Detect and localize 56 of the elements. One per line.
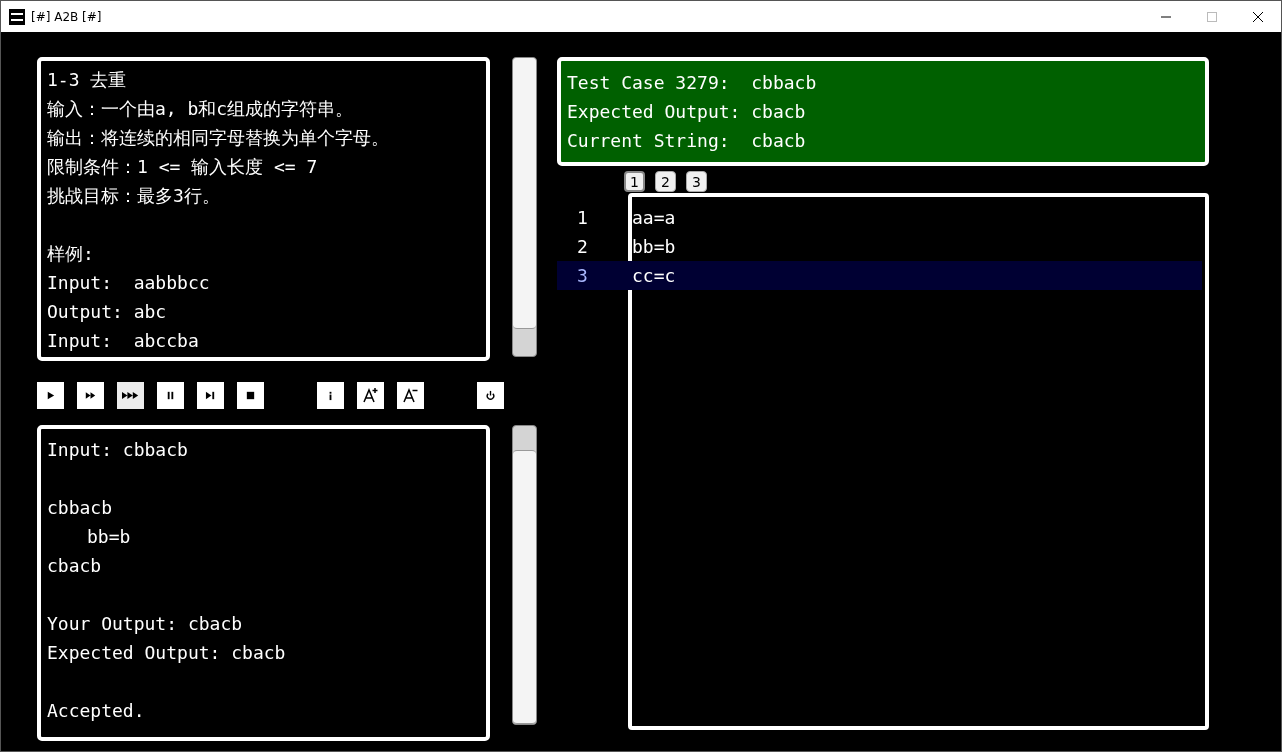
problem-text: Input: aabbbcc <box>47 271 211 295</box>
scrollbar-track[interactable] <box>511 425 537 725</box>
pause-icon <box>165 389 176 401</box>
line-number: 1 <box>576 207 589 228</box>
problem-text: 挑战目标：最多3行。 <box>47 184 221 208</box>
power-icon <box>485 389 496 401</box>
problem-text: 1-3 去重 <box>47 68 128 92</box>
status-text: Test Case 3279: cbbacb <box>567 71 818 95</box>
problem-text: 样例: <box>47 242 95 266</box>
font-down-button[interactable] <box>397 381 424 409</box>
output-text: Your Output: cbacb <box>47 612 244 636</box>
problem-text: Input: abccba <box>47 329 200 353</box>
line-number: 2 <box>576 236 589 257</box>
code-text: aa=a <box>632 207 676 228</box>
code-editor[interactable] <box>628 193 1209 730</box>
output-text: cbacb <box>47 554 103 578</box>
tab[interactable]: 1 <box>624 171 645 192</box>
scrollbar-thumb[interactable] <box>512 450 536 724</box>
tab[interactable]: 3 <box>686 171 707 192</box>
output-text: Expected Output: cbacb <box>47 641 287 665</box>
problem-text: 输入：一个由a, b和c组成的字符串。 <box>47 97 355 121</box>
code-line[interactable]: 1 aa=a <box>557 203 1202 232</box>
output-text: Accepted. <box>47 699 146 723</box>
output-text: cbbacb <box>47 496 114 520</box>
output-text: Input: cbbacb <box>47 438 189 462</box>
problem-text: Output: abc <box>47 300 168 324</box>
font-up-button[interactable] <box>357 381 384 409</box>
step-button[interactable] <box>197 381 224 409</box>
info-button[interactable] <box>317 381 344 409</box>
scrollbar-thumb[interactable] <box>512 58 536 329</box>
play-icon <box>45 389 56 401</box>
stop-icon <box>245 389 256 401</box>
close-icon[interactable] <box>1252 10 1264 23</box>
font-decrease-icon <box>402 387 419 403</box>
code-line[interactable]: 2 bb=b <box>557 232 1202 261</box>
code-text: bb=b <box>632 236 676 257</box>
power-button[interactable] <box>477 381 504 409</box>
fast-button[interactable] <box>77 381 104 409</box>
step-icon <box>205 389 216 401</box>
font-increase-icon <box>362 387 379 403</box>
scrollbar-track[interactable] <box>511 57 537 357</box>
stop-button[interactable] <box>237 381 264 409</box>
problem-text: 限制条件：1 <= 输入长度 <= 7 <box>47 155 319 179</box>
menu-icon[interactable] <box>9 8 25 25</box>
output-text: bb=b <box>86 525 132 549</box>
tab[interactable]: 2 <box>655 171 676 192</box>
status-text: Expected Output: cbacb <box>567 100 807 124</box>
status-text: Current String: cbacb <box>567 129 807 153</box>
fastest-button[interactable] <box>117 381 144 409</box>
line-number: 3 <box>576 265 589 286</box>
window-title: [#] A2B [#] <box>31 9 102 24</box>
pause-button[interactable] <box>157 381 184 409</box>
code-text: cc=c <box>632 265 676 286</box>
problem-text: 输出：将连续的相同字母替换为单个字母。 <box>47 126 390 150</box>
play-button[interactable] <box>37 381 64 409</box>
triple-arrow-icon <box>121 389 140 401</box>
